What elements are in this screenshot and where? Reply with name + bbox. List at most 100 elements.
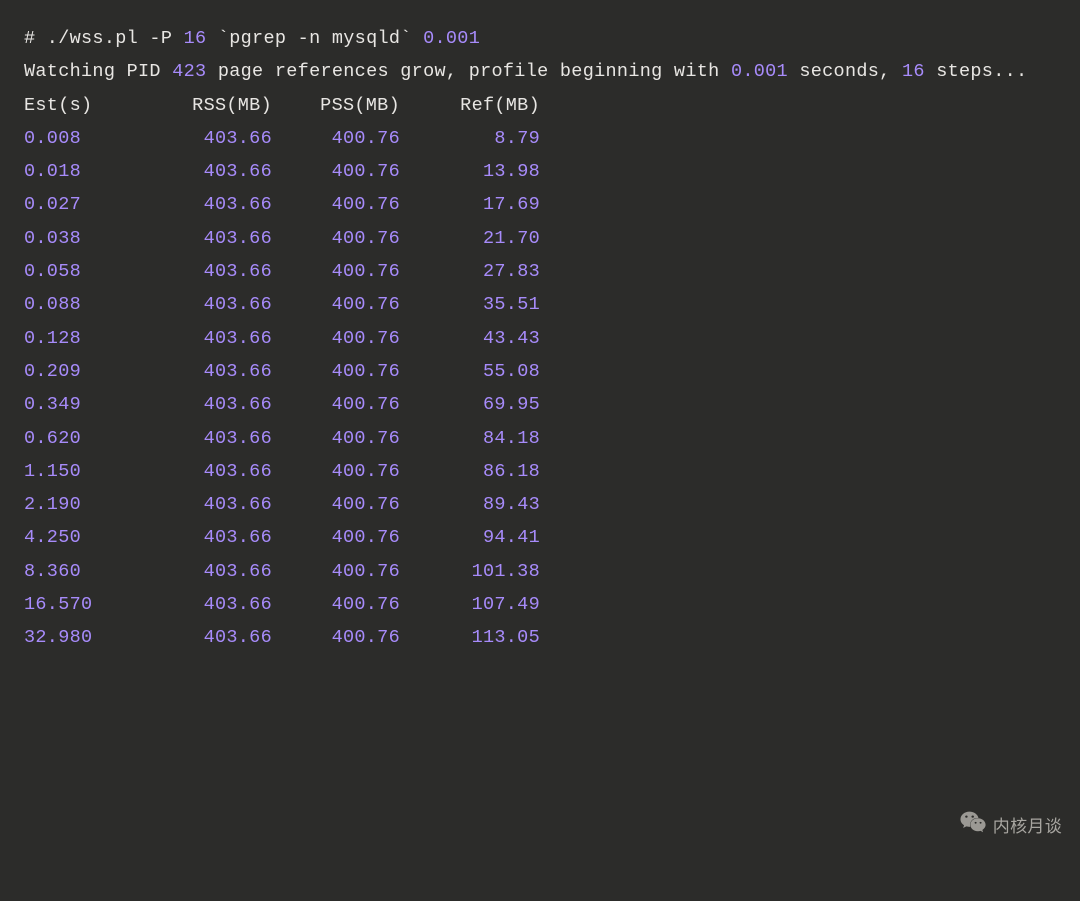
status-steps: 16	[902, 61, 925, 82]
cell-est: 1.150	[24, 455, 144, 488]
cell-ref: 94.41	[400, 521, 540, 554]
col-rss: RSS(MB)	[144, 89, 272, 122]
table-row: 0.038403.66400.7621.70	[24, 222, 1056, 255]
cell-pss: 400.76	[272, 455, 400, 488]
table-row: 1.150403.66400.7686.18	[24, 455, 1056, 488]
table-row: 0.088403.66400.7635.51	[24, 288, 1056, 321]
cell-rss: 403.66	[144, 255, 272, 288]
status-interval: 0.001	[731, 61, 788, 82]
col-pss: PSS(MB)	[272, 89, 400, 122]
table-row: 0.008403.66400.768.79	[24, 122, 1056, 155]
table-row: 4.250403.66400.7694.41	[24, 521, 1056, 554]
cell-est: 0.018	[24, 155, 144, 188]
table-row: 8.360403.66400.76101.38	[24, 555, 1056, 588]
cmd-interval: 0.001	[423, 28, 480, 49]
cell-rss: 403.66	[144, 122, 272, 155]
table-row: 0.349403.66400.7669.95	[24, 388, 1056, 421]
status-s3: seconds,	[788, 61, 902, 82]
cell-pss: 400.76	[272, 322, 400, 355]
cell-est: 0.209	[24, 355, 144, 388]
cell-ref: 84.18	[400, 422, 540, 455]
table-row: 0.018403.66400.7613.98	[24, 155, 1056, 188]
cell-pss: 400.76	[272, 588, 400, 621]
table-row: 0.128403.66400.7643.43	[24, 322, 1056, 355]
wechat-icon	[959, 810, 987, 845]
cell-rss: 403.66	[144, 355, 272, 388]
cell-rss: 403.66	[144, 422, 272, 455]
cell-ref: 69.95	[400, 388, 540, 421]
cell-est: 32.980	[24, 621, 144, 654]
table-row: 32.980403.66400.76113.05	[24, 621, 1056, 654]
status-s1: Watching PID	[24, 61, 172, 82]
cell-ref: 35.51	[400, 288, 540, 321]
cell-rss: 403.66	[144, 488, 272, 521]
cell-rss: 403.66	[144, 322, 272, 355]
status-pid: 423	[172, 61, 206, 82]
cell-ref: 13.98	[400, 155, 540, 188]
table-row: 2.190403.66400.7689.43	[24, 488, 1056, 521]
cell-est: 0.088	[24, 288, 144, 321]
cell-est: 2.190	[24, 488, 144, 521]
cell-ref: 43.43	[400, 322, 540, 355]
cell-est: 8.360	[24, 555, 144, 588]
status-s4: steps...	[925, 61, 1028, 82]
cell-est: 0.058	[24, 255, 144, 288]
cell-rss: 403.66	[144, 155, 272, 188]
table-row: 0.058403.66400.7627.83	[24, 255, 1056, 288]
cell-pss: 400.76	[272, 621, 400, 654]
watermark-text: 内核月谈	[993, 812, 1062, 843]
cell-rss: 403.66	[144, 621, 272, 654]
cell-pss: 400.76	[272, 388, 400, 421]
table-header: Est(s)RSS(MB)PSS(MB)Ref(MB)	[24, 89, 1056, 122]
cmd-steps: 16	[184, 28, 207, 49]
cell-pss: 400.76	[272, 355, 400, 388]
cell-rss: 403.66	[144, 222, 272, 255]
table-row: 0.027403.66400.7617.69	[24, 188, 1056, 221]
cell-ref: 89.43	[400, 488, 540, 521]
cell-ref: 101.38	[400, 555, 540, 588]
cell-pss: 400.76	[272, 122, 400, 155]
cell-rss: 403.66	[144, 455, 272, 488]
cell-rss: 403.66	[144, 588, 272, 621]
watermark: 内核月谈	[959, 810, 1062, 845]
col-ref: Ref(MB)	[400, 89, 540, 122]
cell-pss: 400.76	[272, 422, 400, 455]
status-s2: page references grow, profile beginning …	[206, 61, 730, 82]
cell-rss: 403.66	[144, 188, 272, 221]
cell-rss: 403.66	[144, 388, 272, 421]
cell-pss: 400.76	[272, 288, 400, 321]
cell-pss: 400.76	[272, 255, 400, 288]
cell-ref: 86.18	[400, 455, 540, 488]
cell-ref: 55.08	[400, 355, 540, 388]
cell-pss: 400.76	[272, 155, 400, 188]
cell-ref: 21.70	[400, 222, 540, 255]
cell-pss: 400.76	[272, 188, 400, 221]
cell-est: 0.027	[24, 188, 144, 221]
cell-est: 0.620	[24, 422, 144, 455]
status-line: Watching PID 423 page references grow, p…	[24, 55, 1056, 88]
table-row: 0.620403.66400.7684.18	[24, 422, 1056, 455]
cell-est: 4.250	[24, 521, 144, 554]
cell-rss: 403.66	[144, 555, 272, 588]
col-est: Est(s)	[24, 89, 144, 122]
cell-ref: 17.69	[400, 188, 540, 221]
cell-ref: 107.49	[400, 588, 540, 621]
table-row: 16.570403.66400.76107.49	[24, 588, 1056, 621]
cell-rss: 403.66	[144, 288, 272, 321]
cell-ref: 113.05	[400, 621, 540, 654]
cell-pss: 400.76	[272, 488, 400, 521]
cell-pss: 400.76	[272, 555, 400, 588]
cell-pss: 400.76	[272, 521, 400, 554]
cmd-mid: `pgrep -n mysqld`	[206, 28, 423, 49]
cell-pss: 400.76	[272, 222, 400, 255]
table-row: 0.209403.66400.7655.08	[24, 355, 1056, 388]
cell-est: 0.038	[24, 222, 144, 255]
cell-ref: 27.83	[400, 255, 540, 288]
command-line: # ./wss.pl -P 16 `pgrep -n mysqld` 0.001	[24, 22, 1056, 55]
cell-est: 0.349	[24, 388, 144, 421]
cell-ref: 8.79	[400, 122, 540, 155]
cell-est: 0.128	[24, 322, 144, 355]
cell-est: 0.008	[24, 122, 144, 155]
table-body: 0.008403.66400.768.790.018403.66400.7613…	[24, 122, 1056, 655]
cell-est: 16.570	[24, 588, 144, 621]
